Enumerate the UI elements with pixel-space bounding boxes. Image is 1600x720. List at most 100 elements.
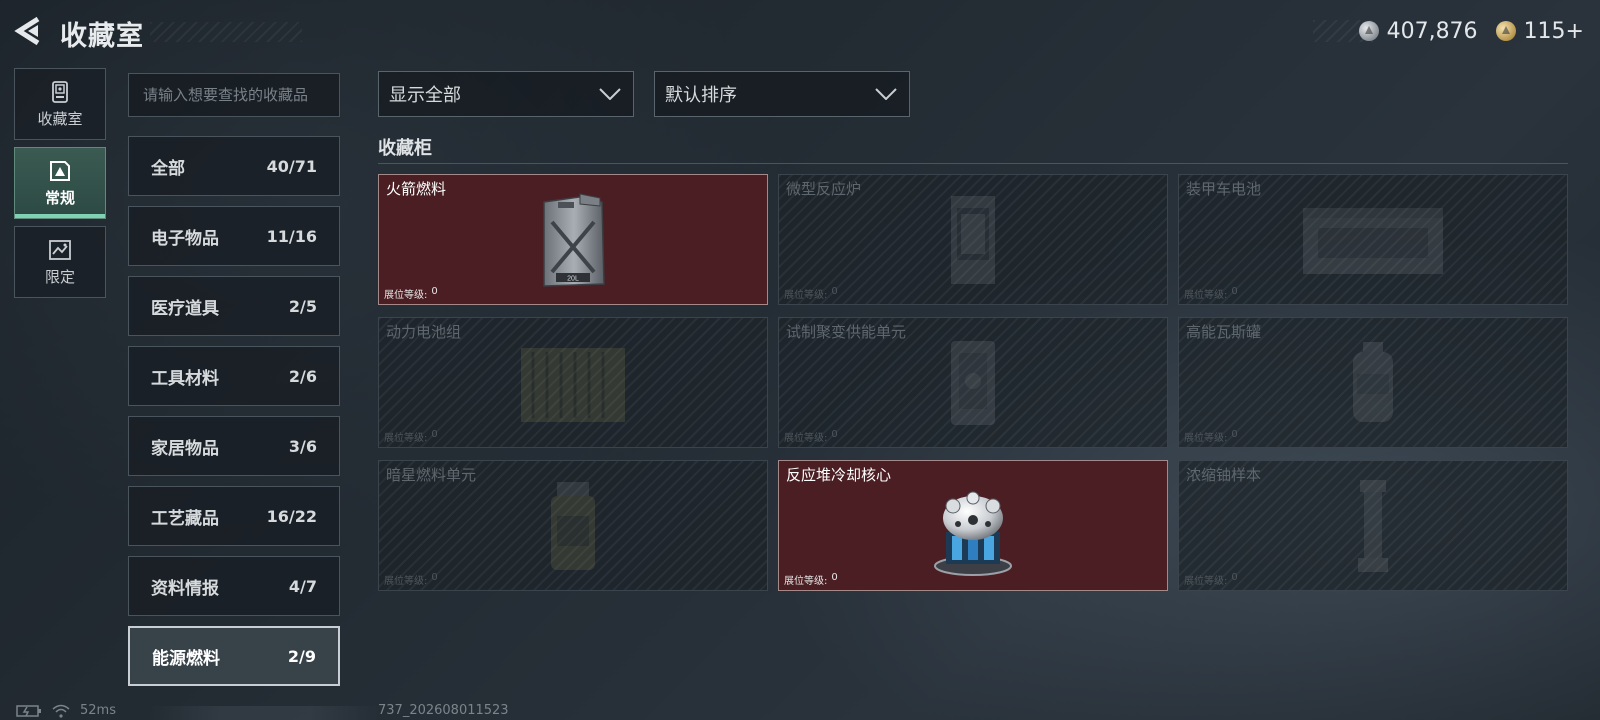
card-level-label: 展位等级:: [784, 576, 828, 587]
category-count: 40/71: [266, 156, 317, 176]
chevron-down-icon: [599, 88, 621, 100]
jerrycan-icon: 20L: [543, 192, 605, 287]
category-item-intel[interactable]: 资料情报 4/7: [128, 556, 340, 616]
category-item-all[interactable]: 全部 40/71: [128, 136, 340, 196]
category-name: 医疗道具: [151, 298, 219, 319]
nav-label: 常规: [44, 188, 75, 207]
card-level-value: 0: [831, 572, 838, 583]
collection-card-fuel-unit[interactable]: 暗星燃料单元 展位等级: 0: [378, 460, 768, 591]
card-level: 展位等级: 0: [784, 286, 838, 301]
gold-coin-icon: [1495, 21, 1516, 41]
collection-card-gas-canister[interactable]: 高能瓦斯罐 展位等级: 0: [1178, 317, 1568, 448]
top-bar: 收藏室 407,876 115+: [0, 0, 1600, 62]
category-item-medical[interactable]: 医疗道具 2/5: [128, 276, 340, 336]
gold-coin-value[interactable]: 115+: [1524, 19, 1584, 44]
category-count: 2/9: [287, 646, 316, 666]
nav-label: 收藏室: [37, 109, 83, 128]
page-title: 收藏室: [60, 21, 144, 52]
card-level-label: 展位等级:: [1184, 576, 1228, 587]
category-column: 全部 40/71 电子物品 11/16 医疗道具 2/5 工具材料 2/6 家居…: [128, 73, 340, 696]
category-item-energy[interactable]: 能源燃料 2/9: [128, 626, 340, 686]
card-level-value: 0: [1231, 572, 1238, 583]
card-level-label: 展位等级:: [384, 290, 428, 301]
sort-dropdown[interactable]: 默认排序: [654, 71, 910, 117]
category-count: 11/16: [266, 226, 317, 246]
category-name: 资料情报: [151, 578, 219, 599]
nav-label: 限定: [44, 267, 75, 286]
gas-canister-icon: [1353, 341, 1393, 422]
card-name: 动力电池组: [386, 323, 462, 341]
chevron-down-icon: [875, 88, 897, 100]
battery-icon: [16, 704, 41, 717]
category-name: 工艺藏品: [151, 508, 219, 529]
card-level-value: 0: [831, 429, 838, 440]
regular-icon: [50, 160, 70, 181]
card-level: 展位等级: 0: [384, 572, 438, 587]
card-level-label: 展位等级:: [784, 290, 828, 301]
card-level-label: 展位等级:: [384, 433, 428, 444]
card-level: 展位等级: 0: [1184, 429, 1238, 444]
collection-card-cooling-core[interactable]: 反应堆冷却核心 展位等级: 0: [778, 460, 1168, 591]
collection-card-fusion-unit[interactable]: 试制聚变供能单元 展位等级: 0: [778, 317, 1168, 448]
back-arrow-icon[interactable]: [14, 16, 44, 46]
collection-grid: 火箭燃料 20L 展位等级: 0 微型反应炉 展位等级: 0 装甲车电池 展位等…: [378, 174, 1568, 591]
card-name: 浓缩铀样本: [1186, 466, 1262, 484]
card-level-value: 0: [431, 286, 438, 297]
power-cell-icon: [521, 347, 625, 422]
card-name: 火箭燃料: [386, 180, 447, 198]
sort-value: 默认排序: [665, 85, 737, 106]
wifi-icon: [52, 704, 70, 718]
collection-card-power-cell[interactable]: 动力电池组 展位等级: 0: [378, 317, 768, 448]
display-filter-dropdown[interactable]: 显示全部: [378, 71, 634, 117]
left-nav: 收藏室 常规 限定: [14, 68, 106, 305]
limited-icon: [49, 239, 71, 260]
card-name: 微型反应炉: [786, 180, 862, 198]
cooling-core-icon: [934, 491, 1012, 576]
currency-display: 407,876 115+: [1312, 18, 1584, 44]
status-bar: 52ms: [16, 703, 116, 718]
card-level-value: 0: [1231, 286, 1238, 297]
card-level-label: 展位等级:: [384, 576, 428, 587]
card-level-value: 0: [1231, 429, 1238, 440]
card-name: 反应堆冷却核心: [786, 466, 892, 484]
can-label: 20L: [567, 275, 579, 282]
nav-item-regular[interactable]: 常规: [14, 147, 106, 219]
category-count: 16/22: [266, 506, 317, 526]
card-level: 展位等级: 0: [1184, 286, 1238, 301]
ping-value: 52ms: [80, 703, 116, 718]
search-input[interactable]: [128, 73, 340, 117]
section-divider: [378, 163, 1568, 164]
collection-room-icon: [52, 80, 68, 103]
silver-coin-icon: [1358, 21, 1379, 41]
card-level: 展位等级: 0: [384, 286, 438, 301]
battery-pack-icon: [1303, 207, 1443, 274]
silver-coin-value: 407,876: [1386, 18, 1478, 44]
card-level-label: 展位等级:: [784, 433, 828, 444]
category-item-electronics[interactable]: 电子物品 11/16: [128, 206, 340, 266]
category-name: 能源燃料: [152, 648, 220, 669]
filter-bar: 显示全部 默认排序: [378, 71, 910, 117]
category-item-tools[interactable]: 工具材料 2/6: [128, 346, 340, 406]
collection-card-armored-battery[interactable]: 装甲车电池 展位等级: 0: [1178, 174, 1568, 305]
collection-card-mini-reactor[interactable]: 微型反应炉 展位等级: 0: [778, 174, 1168, 305]
category-name: 家居物品: [151, 438, 219, 459]
nav-item-limited[interactable]: 限定: [14, 226, 106, 298]
category-name: 全部: [151, 158, 185, 179]
display-filter-value: 显示全部: [389, 85, 461, 106]
uranium-sample-icon: [1358, 479, 1388, 572]
category-name: 电子物品: [151, 228, 219, 249]
collection-card-rocket-fuel[interactable]: 火箭燃料 20L 展位等级: 0: [378, 174, 768, 305]
card-name: 高能瓦斯罐: [1186, 323, 1262, 341]
category-count: 2/5: [288, 296, 317, 316]
nav-item-collection-room[interactable]: 收藏室: [14, 68, 106, 140]
card-level-value: 0: [431, 429, 438, 440]
collection-card-uranium-sample[interactable]: 浓缩铀样本 展位等级: 0: [1178, 460, 1568, 591]
card-level-label: 展位等级:: [1184, 433, 1228, 444]
card-level: 展位等级: 0: [1184, 572, 1238, 587]
category-item-household[interactable]: 家居物品 3/6: [128, 416, 340, 476]
card-level: 展位等级: 0: [784, 572, 838, 587]
category-count: 4/7: [288, 576, 317, 596]
category-list: 全部 40/71 电子物品 11/16 医疗道具 2/5 工具材料 2/6 家居…: [128, 136, 340, 686]
category-item-crafts[interactable]: 工艺藏品 16/22: [128, 486, 340, 546]
category-count: 2/6: [288, 366, 317, 386]
